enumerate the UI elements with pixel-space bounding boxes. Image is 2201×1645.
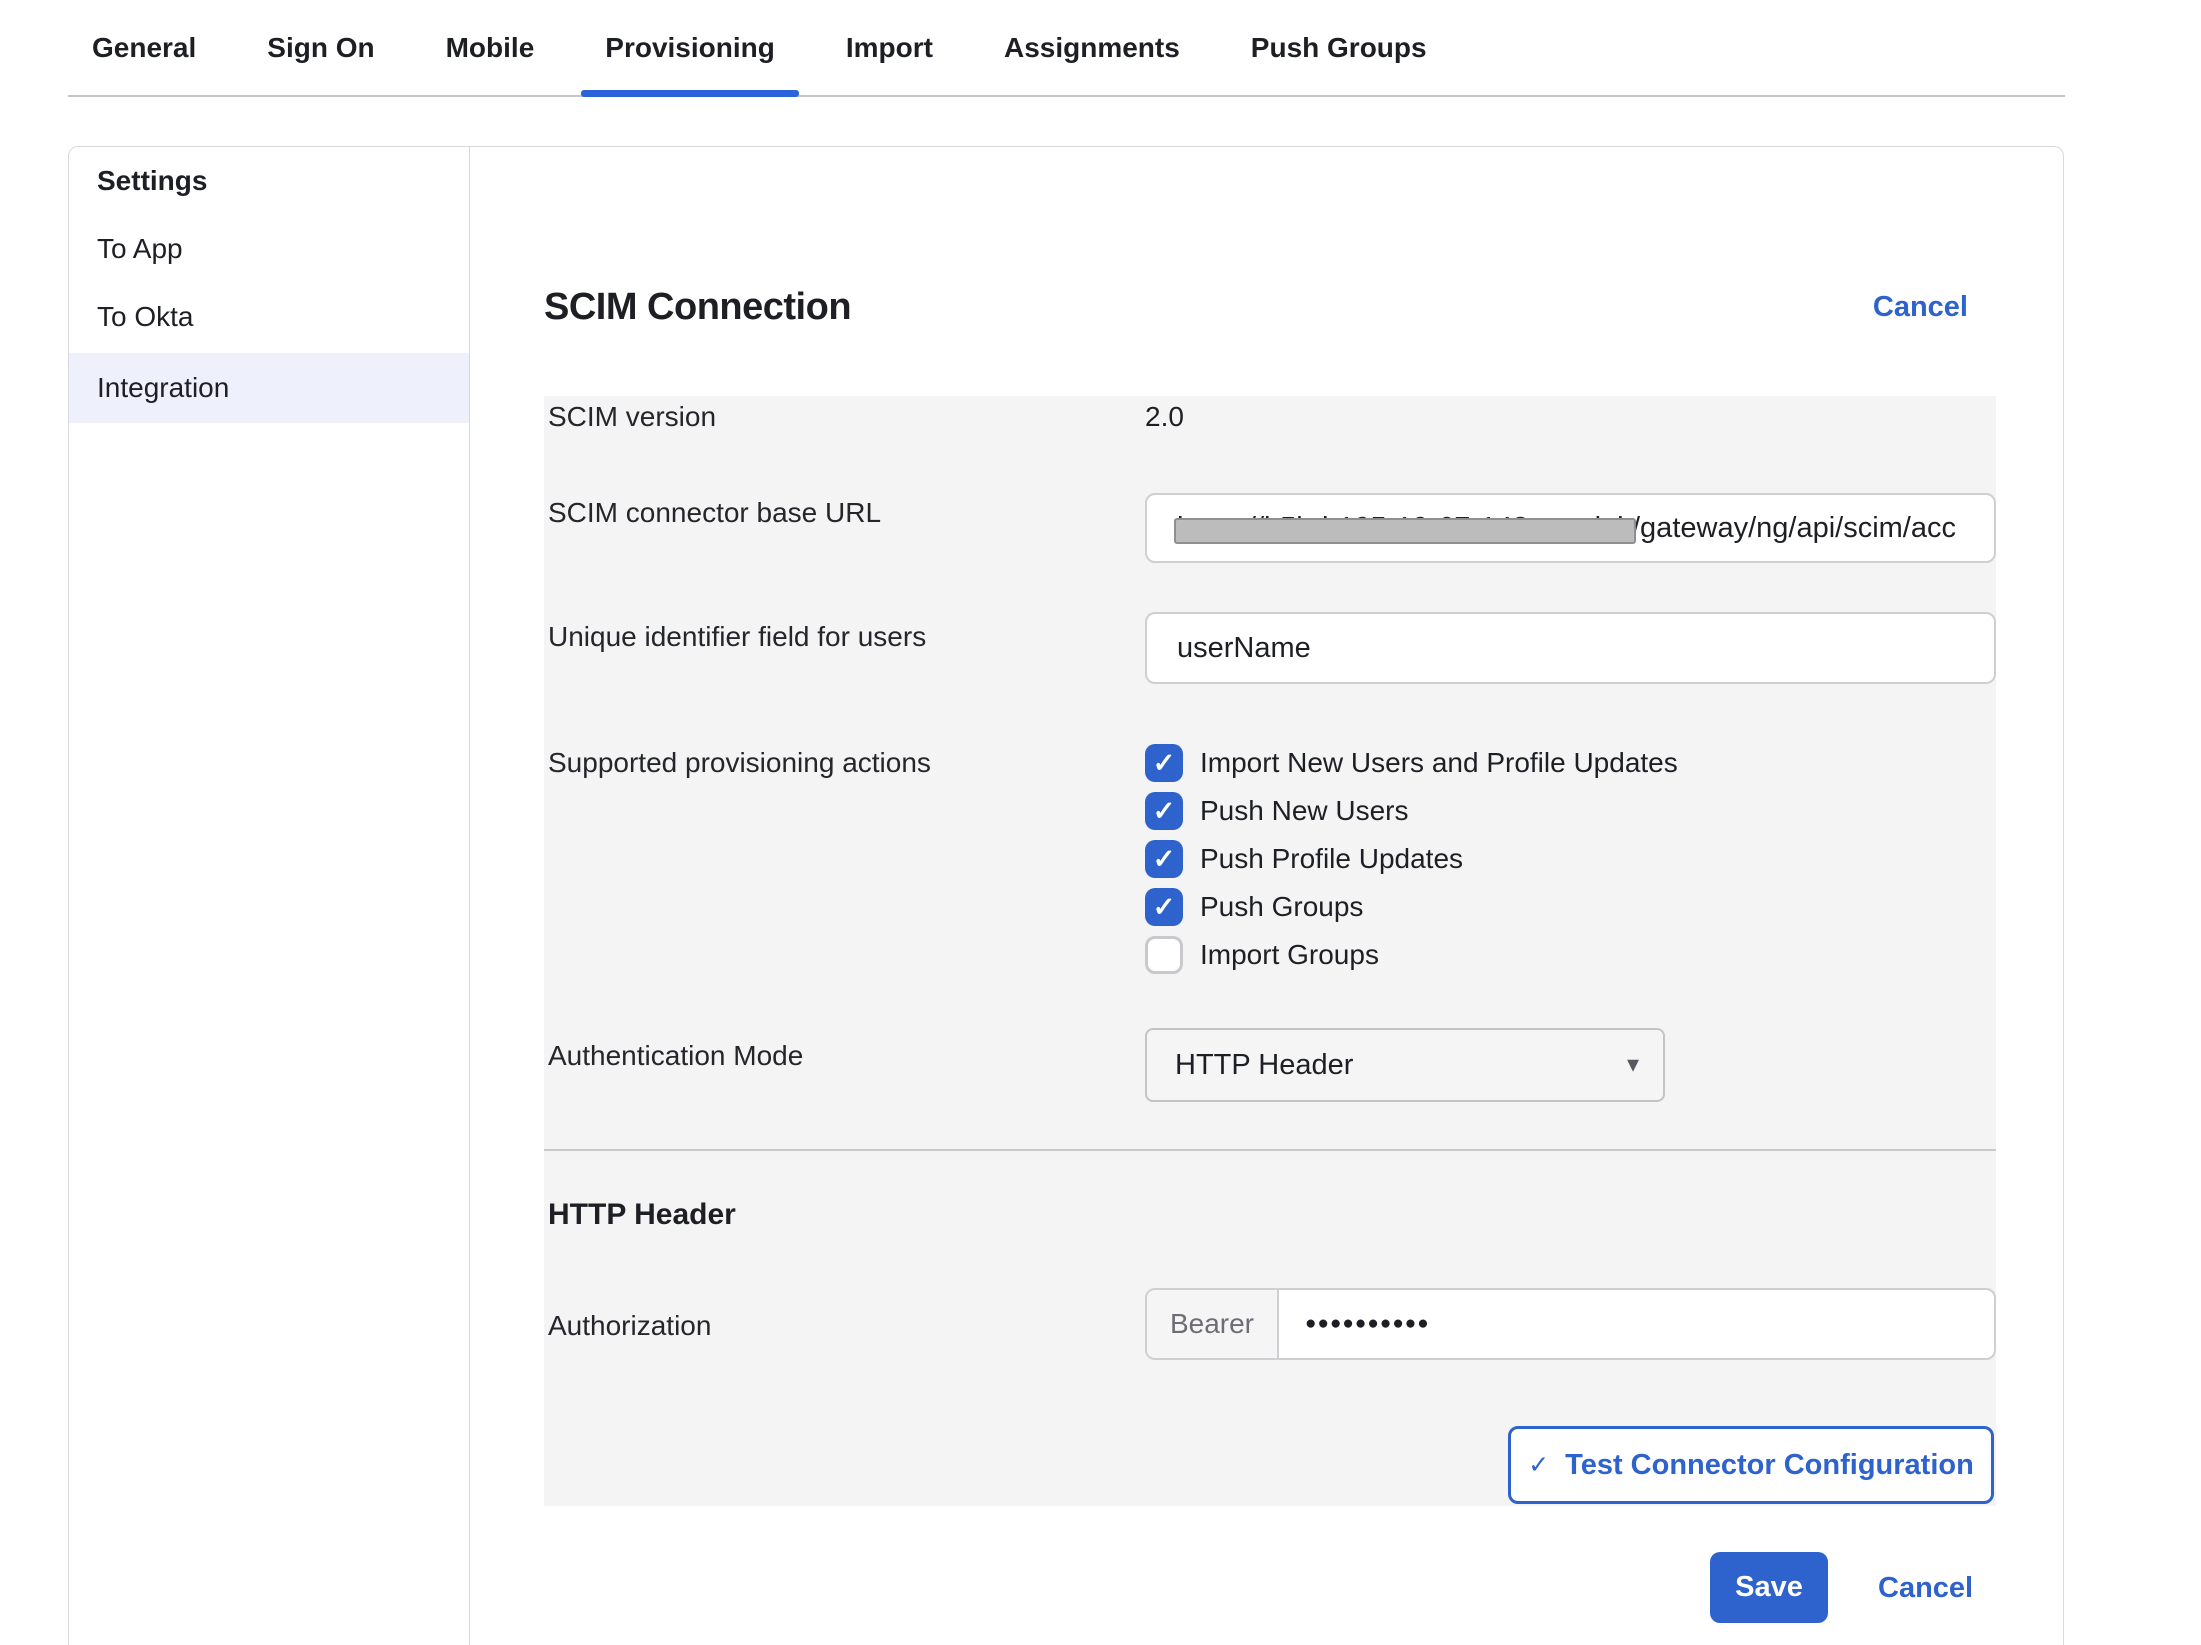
connection-settings-panel: SCIM version 2.0 SCIM connector base URL…: [544, 396, 1996, 1149]
checkbox-import-groups[interactable]: [1145, 936, 1183, 974]
unique-identifier-label: Unique identifier field for users: [548, 620, 926, 654]
checkbox-row: Import Groups: [1145, 936, 1678, 974]
check-icon: ✓: [1153, 750, 1176, 777]
cancel-link-bottom[interactable]: Cancel: [1878, 1568, 1973, 1608]
scim-connection-header: SCIM Connection Cancel: [544, 286, 1996, 329]
base-url-visible-suffix: /gateway/ng/api/scim/acc: [1632, 512, 1956, 545]
checkbox-label: Push Groups: [1200, 891, 1363, 923]
checkbox-label: Push Profile Updates: [1200, 843, 1463, 875]
chevron-down-icon: ▾: [1627, 1050, 1639, 1079]
http-header-panel: HTTP Header Authorization Bearer ●●●●●●●…: [544, 1149, 1996, 1506]
page-title: SCIM Connection: [544, 286, 851, 329]
authorization-input-group: Bearer ●●●●●●●●●●: [1145, 1288, 1996, 1360]
tab-general[interactable]: General: [68, 0, 220, 95]
sidebar-item-integration[interactable]: Integration: [69, 353, 469, 423]
tab-import[interactable]: Import: [822, 0, 957, 95]
sidebar-heading: Settings: [69, 147, 469, 215]
scim-base-url-input[interactable]: https://b5bd-195-19-67-148.ngrok.io/gate…: [1145, 493, 1996, 563]
check-icon: ✓: [1153, 846, 1176, 873]
sidebar-item-to-okta[interactable]: To Okta: [69, 283, 469, 351]
tab-sign-on[interactable]: Sign On: [243, 0, 398, 95]
app-tabbar: General Sign On Mobile Provisioning Impo…: [68, 0, 2065, 97]
tab-assignments[interactable]: Assignments: [980, 0, 1204, 95]
checkbox-import-new-users[interactable]: ✓: [1145, 744, 1183, 782]
save-button[interactable]: Save: [1710, 1552, 1828, 1623]
bearer-prefix: Bearer: [1147, 1290, 1279, 1358]
test-connector-configuration-label: Test Connector Configuration: [1565, 1449, 1974, 1482]
checkbox-push-profile-updates[interactable]: ✓: [1145, 840, 1183, 878]
check-icon: ✓: [1528, 1450, 1549, 1480]
check-icon: ✓: [1153, 798, 1176, 825]
unique-identifier-value: userName: [1177, 632, 1311, 665]
scim-version-label: SCIM version: [548, 400, 716, 434]
cancel-link-top[interactable]: Cancel: [1873, 291, 1968, 324]
sidebar-item-to-app[interactable]: To App: [69, 215, 469, 283]
base-url-label: SCIM connector base URL: [548, 496, 881, 530]
sidebar: Settings To App To Okta Integration: [69, 147, 470, 1645]
checkbox-row: ✓ Push New Users: [1145, 792, 1678, 830]
tab-push-groups[interactable]: Push Groups: [1227, 0, 1451, 95]
tab-provisioning[interactable]: Provisioning: [581, 0, 799, 95]
checkbox-row: ✓ Push Profile Updates: [1145, 840, 1678, 878]
redaction-bar: [1174, 518, 1636, 544]
scim-version-value: 2.0: [1145, 400, 1184, 434]
checkbox-push-groups[interactable]: ✓: [1145, 888, 1183, 926]
test-connector-configuration-button[interactable]: ✓ Test Connector Configuration: [1508, 1426, 1994, 1504]
authorization-label: Authorization: [548, 1309, 711, 1343]
provisioning-actions-list: ✓ Import New Users and Profile Updates ✓…: [1145, 744, 1678, 984]
auth-mode-select[interactable]: HTTP Header ▾: [1145, 1028, 1665, 1102]
auth-mode-label: Authentication Mode: [548, 1039, 803, 1073]
checkbox-row: ✓ Push Groups: [1145, 888, 1678, 926]
checkbox-label: Import Groups: [1200, 939, 1379, 971]
checkbox-push-new-users[interactable]: ✓: [1145, 792, 1183, 830]
checkbox-row: ✓ Import New Users and Profile Updates: [1145, 744, 1678, 782]
checkbox-label: Import New Users and Profile Updates: [1200, 747, 1678, 779]
http-header-section-title: HTTP Header: [548, 1198, 736, 1232]
unique-identifier-input[interactable]: userName: [1145, 612, 1996, 684]
provisioning-actions-label: Supported provisioning actions: [548, 746, 931, 780]
checkbox-label: Push New Users: [1200, 795, 1409, 827]
check-icon: ✓: [1153, 894, 1176, 921]
auth-mode-selected-value: HTTP Header: [1175, 1049, 1353, 1082]
provisioning-settings-card: Settings To App To Okta Integration SCIM…: [68, 146, 2064, 1645]
tab-mobile[interactable]: Mobile: [422, 0, 559, 95]
scim-connection-form: SCIM version 2.0 SCIM connector base URL…: [544, 396, 1996, 1506]
authorization-token-input[interactable]: ●●●●●●●●●●: [1279, 1290, 1994, 1358]
